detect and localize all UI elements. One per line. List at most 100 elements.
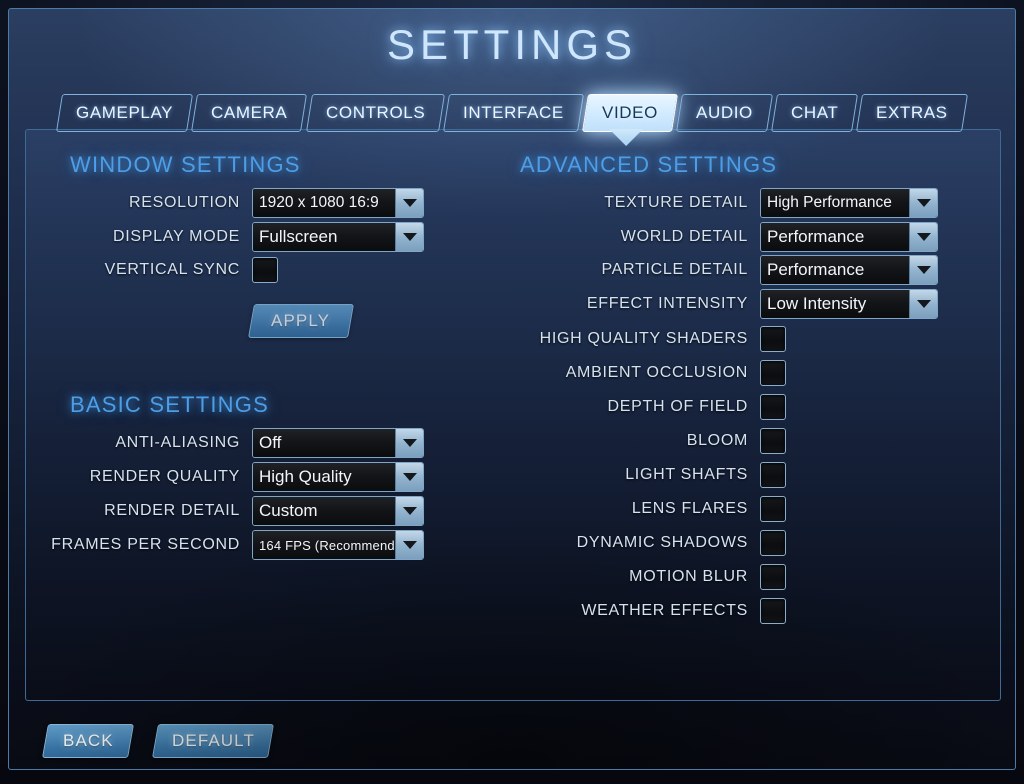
back-button-label: BACK [62,731,114,750]
setting-row-depth-of-field: DEPTH OF FIELD [526,392,786,422]
dropdown-value-texture-detail: High Performance [761,189,909,217]
setting-label-bloom: BLOOM [686,432,748,449]
checkbox-light-shafts[interactable] [760,462,786,488]
dropdown-render-detail[interactable]: Custom [252,496,424,526]
setting-row-world-detail: WORLD DETAIL Performance [526,222,938,252]
window-settings-title: WINDOW SETTINGS [70,152,301,177]
dropdown-particle-detail[interactable]: Performance [760,255,938,285]
page-title: SETTINGS [386,21,638,68]
tab-extras[interactable]: EXTRAS [856,94,968,132]
setting-row-high-quality-shaders: HIGH QUALITY SHADERS [526,324,786,354]
setting-row-render-detail: RENDER DETAIL Custom [46,496,424,526]
dropdown-render-quality[interactable]: High Quality [252,462,424,492]
setting-row-resolution: RESOLUTION 1920 x 1080 16:9 [86,188,424,218]
settings-screen: SETTINGS GAMEPLAY CAMERA CONTROLS INTERFACE… [0,0,1024,784]
setting-row-lens-flares: LENS FLARES [526,494,786,524]
setting-row-render-quality: RENDER QUALITY High Quality [46,462,424,492]
setting-label-light-shafts: LIGHT SHAFTS [625,466,748,483]
checkbox-depth-of-field[interactable] [760,394,786,420]
dropdown-frames-per-second[interactable]: 164 FPS (Recommended) [252,530,424,560]
setting-label-depth-of-field: DEPTH OF FIELD [607,398,748,415]
checkbox-high-quality-shaders[interactable] [760,326,786,352]
setting-label-vertical-sync: VERTICAL SYNC [104,261,240,278]
checkbox-bloom[interactable] [760,428,786,454]
dropdown-resolution[interactable]: 1920 x 1080 16:9 [252,188,424,218]
setting-label-effect-intensity: EFFECT INTENSITY [586,295,748,312]
checkbox-vertical-sync[interactable] [252,257,278,283]
tab-interface[interactable]: INTERFACE [443,94,584,132]
default-button[interactable]: DEFAULT [152,724,274,758]
setting-label-weather-effects: WEATHER EFFECTS [581,602,748,619]
tab-camera[interactable]: CAMERA [191,94,308,132]
chevron-down-icon[interactable] [909,290,937,318]
chevron-down-icon[interactable] [909,189,937,217]
setting-row-motion-blur: MOTION BLUR [526,562,786,592]
checkbox-lens-flares[interactable] [760,496,786,522]
setting-label-display-mode: DISPLAY MODE [113,228,240,245]
tab-video[interactable]: VIDEO [581,94,678,132]
chevron-down-icon[interactable] [395,223,423,251]
checkbox-dynamic-shadows[interactable] [760,530,786,556]
dropdown-value-render-detail: Custom [253,497,395,525]
default-button-label: DEFAULT [171,731,255,750]
setting-row-anti-aliasing: ANTI-ALIASING Off [46,428,424,458]
setting-label-world-detail: WORLD DETAIL [620,228,748,245]
tab-label: INTERFACE [463,103,564,122]
chevron-down-icon[interactable] [395,429,423,457]
dropdown-value-resolution: 1920 x 1080 16:9 [253,189,395,217]
dropdown-value-display-mode: Fullscreen [253,223,395,251]
setting-label-ambient-occlusion: AMBIENT OCCLUSION [565,364,748,381]
checkbox-weather-effects[interactable] [760,598,786,624]
dropdown-world-detail[interactable]: Performance [760,222,938,252]
basic-settings-title: BASIC SETTINGS [70,392,269,417]
chevron-down-icon[interactable] [909,256,937,284]
settings-content: WINDOW SETTINGS RESOLUTION 1920 x 1080 16:… [25,129,1001,701]
dropdown-value-render-quality: High Quality [253,463,395,491]
setting-row-particle-detail: PARTICLE DETAIL Performance [526,255,938,285]
setting-row-bloom: BLOOM [526,426,786,456]
tab-audio[interactable]: AUDIO [675,94,773,132]
setting-label-lens-flares: LENS FLARES [631,500,748,517]
chevron-down-icon[interactable] [395,497,423,525]
setting-label-motion-blur: MOTION BLUR [629,568,748,585]
dropdown-value-particle-detail: Performance [761,256,909,284]
dropdown-value-frames-per-second: 164 FPS (Recommended) [253,531,395,559]
tab-controls[interactable]: CONTROLS [305,94,446,132]
dropdown-value-effect-intensity: Low Intensity [761,290,909,318]
dropdown-effect-intensity[interactable]: Low Intensity [760,289,938,319]
chevron-down-icon[interactable] [395,463,423,491]
setting-row-vertical-sync: VERTICAL SYNC [86,255,278,285]
setting-label-dynamic-shadows: DYNAMIC SHADOWS [576,534,748,551]
setting-label-render-detail: RENDER DETAIL [104,502,240,519]
chevron-down-icon[interactable] [395,189,423,217]
chevron-down-icon[interactable] [909,223,937,251]
settings-panel: SETTINGS GAMEPLAY CAMERA CONTROLS INTERFACE… [8,8,1016,770]
setting-row-texture-detail: TEXTURE DETAIL High Performance [526,188,938,218]
tab-label: GAMEPLAY [76,103,174,122]
tab-label: CONTROLS [325,103,426,122]
setting-label-frames-per-second: FRAMES PER SECOND [51,536,240,553]
dropdown-value-anti-aliasing: Off [253,429,395,457]
checkbox-motion-blur[interactable] [760,564,786,590]
setting-label-anti-aliasing: ANTI-ALIASING [115,434,240,451]
setting-row-light-shafts: LIGHT SHAFTS [526,460,786,490]
setting-label-high-quality-shaders: HIGH QUALITY SHADERS [539,330,748,347]
chevron-down-icon[interactable] [395,531,423,559]
dropdown-texture-detail[interactable]: High Performance [760,188,938,218]
advanced-settings-title: ADVANCED SETTINGS [520,152,778,177]
checkbox-ambient-occlusion[interactable] [760,360,786,386]
setting-label-particle-detail: PARTICLE DETAIL [601,261,748,278]
tab-bar: GAMEPLAY CAMERA CONTROLS INTERFACE VIDEO AUDI… [9,94,1015,132]
dropdown-value-world-detail: Performance [761,223,909,251]
back-button[interactable]: BACK [42,724,134,758]
setting-row-display-mode: DISPLAY MODE Fullscreen [86,222,424,252]
tab-label: EXTRAS [876,103,948,122]
tab-label: AUDIO [695,103,753,122]
setting-label-texture-detail: TEXTURE DETAIL [604,194,748,211]
dropdown-anti-aliasing[interactable]: Off [252,428,424,458]
tab-label: VIDEO [601,103,658,122]
dropdown-display-mode[interactable]: Fullscreen [252,222,424,252]
tab-gameplay[interactable]: GAMEPLAY [56,94,194,132]
setting-row-effect-intensity: EFFECT INTENSITY Low Intensity [526,289,938,319]
tab-chat[interactable]: CHAT [770,94,859,132]
